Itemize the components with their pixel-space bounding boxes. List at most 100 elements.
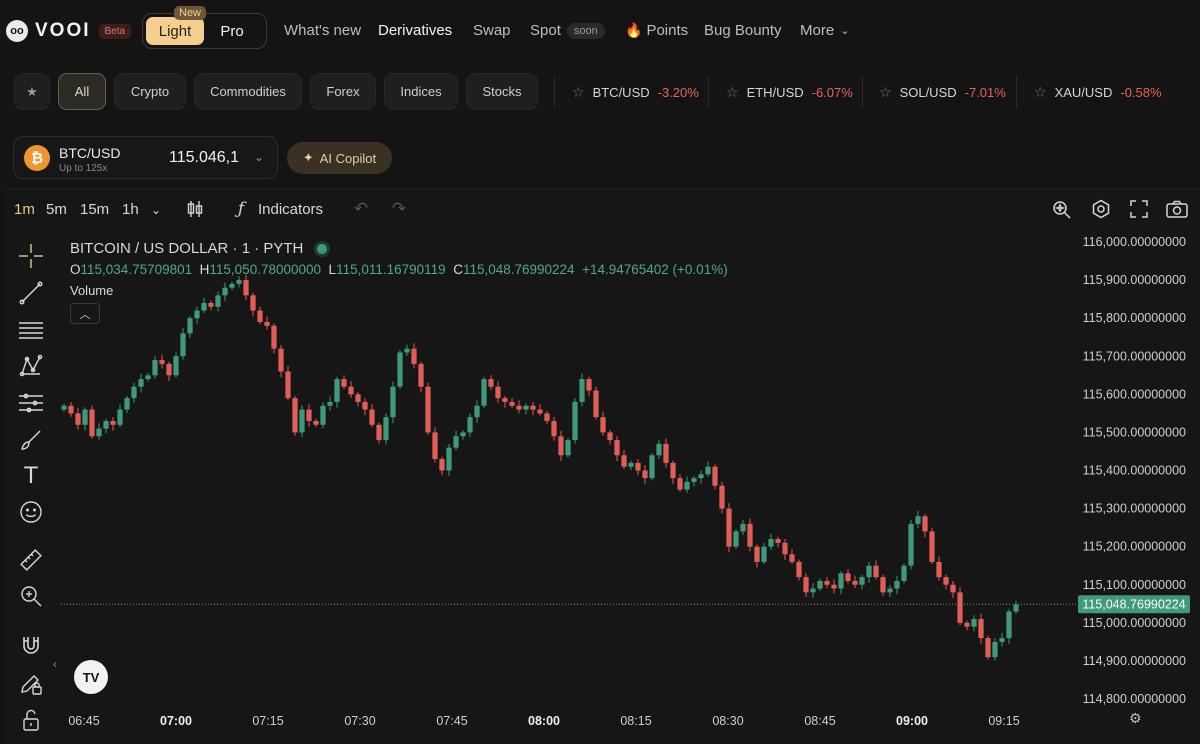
x-tick-label: 07:45 <box>436 714 467 728</box>
candle <box>257 310 263 322</box>
star-outline-icon: ☆ <box>879 84 892 100</box>
candle <box>299 409 305 433</box>
ohlc-legend: O115,034.75709801 H115,050.78000000 L115… <box>70 262 728 277</box>
candle <box>719 485 725 509</box>
y-tick-label: 115,200.00000000 <box>1083 540 1186 554</box>
beta-badge: Beta <box>98 23 132 39</box>
change-value: +14.94765402 (+0.01%) <box>582 262 728 277</box>
nav-points[interactable]: 🔥 Points <box>625 22 688 39</box>
candle <box>208 302 214 307</box>
filter-crypto[interactable]: Crypto <box>114 73 186 110</box>
candle <box>915 516 921 524</box>
axis-settings-icon[interactable]: ⚙ <box>1129 710 1142 727</box>
new-badge: New <box>174 6 207 20</box>
y-tick-label: 115,300.00000000 <box>1083 502 1186 516</box>
y-tick-label: 115,400.00000000 <box>1083 464 1186 478</box>
mode-light-button[interactable]: New Light <box>146 6 207 45</box>
candle <box>320 405 326 425</box>
ticker-btc[interactable]: ☆ BTC/USD -3.20% <box>572 84 699 101</box>
candle <box>642 470 648 479</box>
candle <box>789 554 795 562</box>
candle <box>887 588 893 593</box>
candle <box>558 436 564 456</box>
y-tick-label: 115,000.00000000 <box>1083 616 1186 630</box>
candle <box>621 455 627 467</box>
candle <box>243 280 249 296</box>
candle <box>68 405 74 414</box>
candle <box>782 542 788 555</box>
collapse-legend-button[interactable]: ︿ <box>70 303 100 324</box>
nav-spot[interactable]: Spot soon <box>530 22 605 39</box>
candle <box>369 409 375 425</box>
candle <box>131 386 137 399</box>
x-tick-label: 08:45 <box>804 714 835 728</box>
candle <box>432 432 438 460</box>
candle <box>446 447 452 471</box>
candle <box>145 375 151 380</box>
candle <box>82 409 88 425</box>
candle <box>89 409 95 437</box>
logo[interactable]: oo VOOI Beta <box>6 20 132 42</box>
x-tick-label: 08:15 <box>620 714 651 728</box>
chevron-down-icon: ⌄ <box>254 150 265 164</box>
ticker-sol[interactable]: ☆ SOL/USD -7.01% <box>879 84 1006 101</box>
candle <box>348 386 354 395</box>
nav-bug-bounty[interactable]: Bug Bounty <box>704 22 782 39</box>
candle <box>859 577 865 585</box>
market-selector[interactable]: ₿ BTC/USD Up to 125x 115.046,1 ⌄ <box>13 136 278 179</box>
candle <box>593 390 599 418</box>
candle <box>187 318 193 334</box>
candle <box>404 348 410 353</box>
nav-whats-new[interactable]: What's new <box>284 22 361 39</box>
candle <box>103 420 109 429</box>
candle <box>572 401 578 441</box>
candle <box>677 478 683 490</box>
candle <box>901 565 907 581</box>
candle <box>586 379 592 391</box>
nav-derivatives[interactable]: Derivatives <box>378 22 452 39</box>
tradingview-logo[interactable]: TV <box>74 660 108 694</box>
candle <box>600 417 606 433</box>
candle <box>460 432 466 437</box>
ticker-eth[interactable]: ☆ ETH/USD -6.07% <box>726 84 853 101</box>
ticker-xau[interactable]: ☆ XAU/USD -0.58% <box>1034 84 1162 101</box>
filter-indices[interactable]: Indices <box>384 73 458 110</box>
x-tick-label: 07:00 <box>160 714 192 728</box>
candle <box>453 436 459 448</box>
chevron-down-icon: ⌄ <box>840 25 850 37</box>
nav-more[interactable]: More ⌄ <box>800 22 849 39</box>
candle <box>607 432 613 441</box>
y-tick-label: 115,500.00000000 <box>1083 425 1186 439</box>
candle <box>159 360 165 364</box>
close-label: C <box>453 262 463 277</box>
candle <box>236 280 242 284</box>
open-value: 115,034.75709801 <box>80 262 193 277</box>
candle <box>971 619 977 627</box>
nav-swap[interactable]: Swap <box>473 22 511 39</box>
chevron-left-icon[interactable]: ‹ <box>53 657 57 671</box>
ai-copilot-label: AI Copilot <box>319 150 377 166</box>
chart-legend-title: BITCOIN / US DOLLAR · 1 · PYTH <box>70 240 328 257</box>
candle <box>880 577 886 593</box>
candle <box>285 371 291 399</box>
candle <box>656 443 662 456</box>
filter-forex[interactable]: Forex <box>310 73 376 110</box>
candle <box>999 638 1005 642</box>
favorites-button[interactable]: ★ <box>14 73 50 110</box>
candle <box>551 420 557 437</box>
mode-pro-button[interactable]: Pro <box>204 17 260 45</box>
candle <box>117 409 123 425</box>
candle <box>873 565 879 578</box>
chart-panel: 1m 5m 15m 1h ⌄ ƒ Indicators ↶ ↷ T 116,00… <box>6 188 1200 744</box>
candle <box>201 302 207 311</box>
candle <box>852 580 858 585</box>
candle <box>663 443 669 463</box>
filter-stocks[interactable]: Stocks <box>466 73 538 110</box>
candle <box>929 531 935 562</box>
x-tick-label: 08:00 <box>528 714 560 728</box>
candle <box>698 474 704 479</box>
filter-commodities[interactable]: Commodities <box>194 73 302 110</box>
filter-all[interactable]: All <box>58 73 106 110</box>
candle <box>313 420 319 425</box>
ai-copilot-button[interactable]: ✦ AI Copilot <box>287 142 392 174</box>
